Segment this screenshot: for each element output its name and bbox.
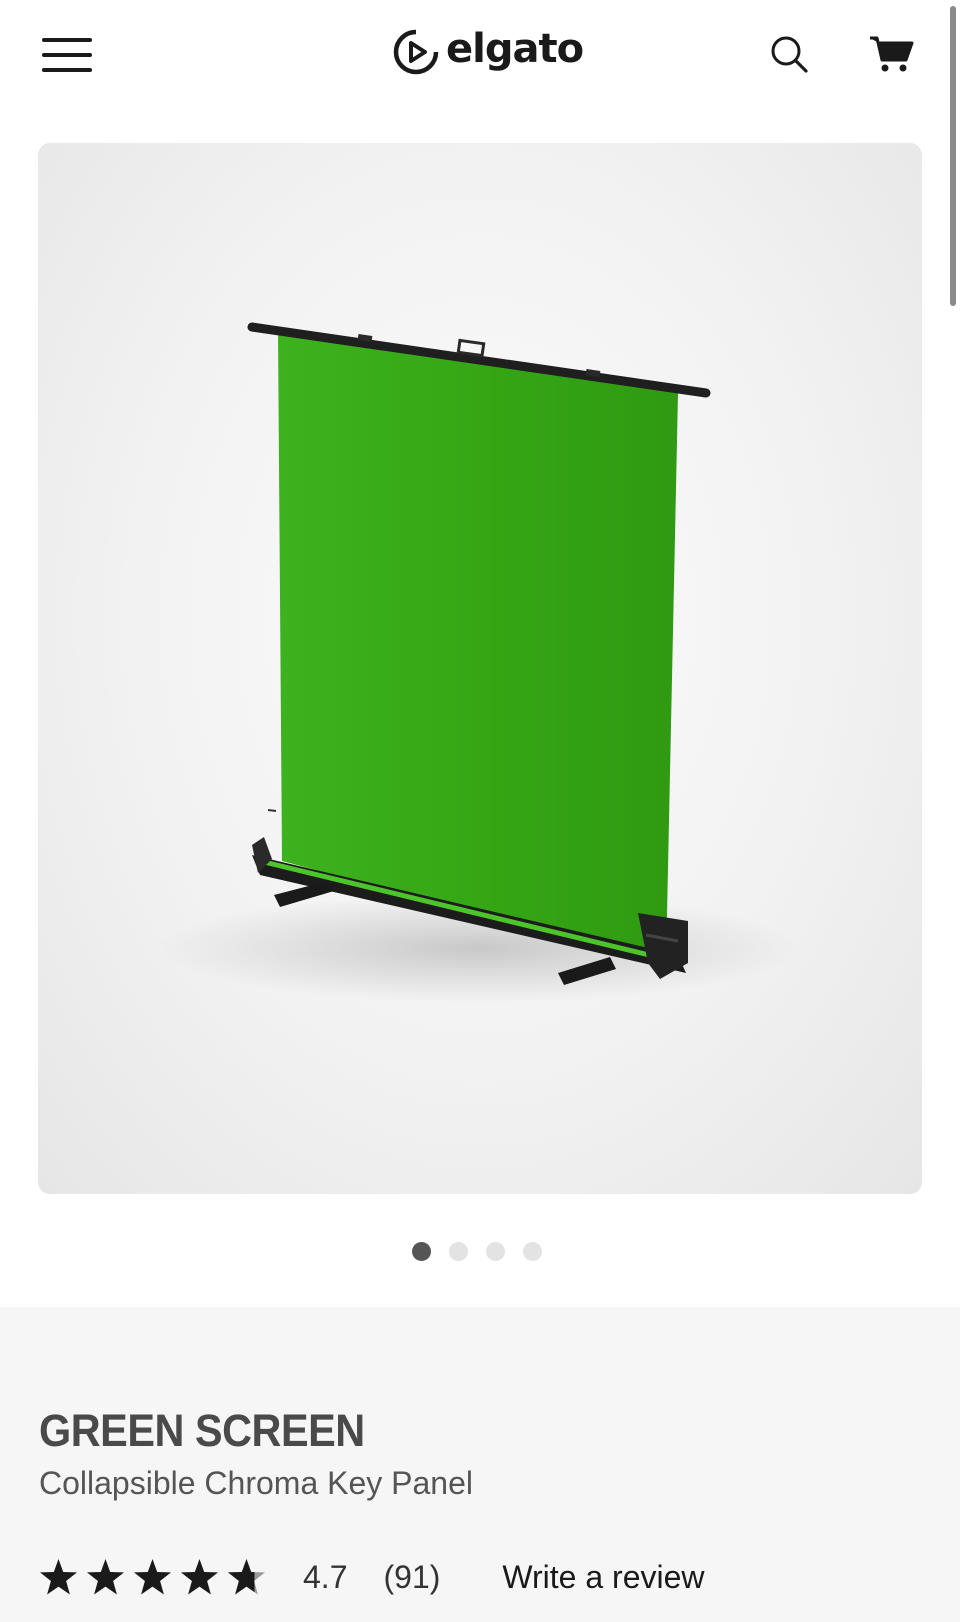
- carousel-dots: [412, 1242, 542, 1262]
- page-scrollbar[interactable]: [950, 6, 956, 306]
- green-screen-product-image: [158, 322, 798, 1003]
- carousel-dot[interactable]: [449, 1242, 468, 1261]
- product-title: GREEN SCREEN: [39, 1405, 365, 1456]
- star-full-icon: [134, 1559, 171, 1595]
- product-subtitle: Collapsible Chroma Key Panel: [39, 1465, 473, 1501]
- star-full-icon: [87, 1559, 124, 1595]
- carousel-dot[interactable]: [486, 1242, 505, 1261]
- elgato-logo-icon: [393, 29, 439, 75]
- menu-line: [42, 38, 92, 42]
- star-full-icon: [40, 1559, 77, 1595]
- brand-logo[interactable]: elgato: [392, 24, 584, 80]
- search-icon[interactable]: [768, 32, 812, 76]
- rating-value: 4.7: [303, 1558, 348, 1595]
- rating-row: 4.7 (91) Write a review: [38, 1555, 705, 1599]
- review-count: (91): [383, 1558, 441, 1595]
- star-partial-icon: [228, 1559, 265, 1595]
- shopping-cart-icon[interactable]: [868, 32, 916, 76]
- hamburger-menu-icon[interactable]: [42, 36, 92, 74]
- menu-line: [42, 68, 92, 72]
- star-full-icon: [181, 1559, 218, 1595]
- carousel-dot[interactable]: [523, 1242, 542, 1261]
- product-page: elgato GREEN SCREEN Collapsible Chroma K…: [0, 0, 960, 1622]
- star-rating: [38, 1557, 267, 1597]
- site-header: elgato: [0, 0, 960, 110]
- menu-line: [42, 53, 92, 57]
- product-image-card[interactable]: [38, 143, 922, 1194]
- write-review-link[interactable]: Write a review: [502, 1559, 704, 1596]
- product-info-section: GREEN SCREEN Collapsible Chroma Key Pane…: [0, 1307, 960, 1622]
- carousel-dot[interactable]: [412, 1242, 431, 1261]
- brand-name: elgato: [446, 26, 584, 72]
